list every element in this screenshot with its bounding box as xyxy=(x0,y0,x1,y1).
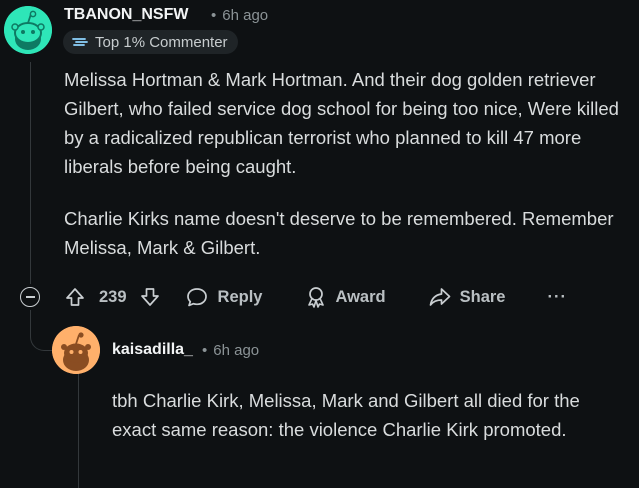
award-label: Award xyxy=(335,287,386,306)
share-button[interactable]: Share xyxy=(428,286,506,308)
more-options-button[interactable]: ··· xyxy=(547,288,566,307)
comment-bubble-icon xyxy=(186,288,207,307)
comment-timestamp[interactable]: 6h ago xyxy=(222,7,268,24)
vote-count: 239 xyxy=(99,287,127,306)
minus-icon xyxy=(25,296,35,298)
commenter-badge[interactable]: Top 1% Commenter xyxy=(63,30,238,54)
meta-separator: • xyxy=(211,7,217,24)
comment-paragraph: Melissa Hortman & Mark Hortman. And thei… xyxy=(64,69,619,177)
collapse-thread-button[interactable] xyxy=(20,287,40,307)
reply-button[interactable]: Reply xyxy=(185,286,263,308)
reply-label: Reply xyxy=(217,287,263,306)
upvote-icon xyxy=(66,288,84,306)
comment-username[interactable]: TBANON_NSFW xyxy=(64,6,188,24)
reply-timestamp[interactable]: 6h ago xyxy=(213,342,259,359)
thread-line-reply xyxy=(78,372,79,488)
award-button[interactable]: Award xyxy=(304,285,386,309)
comment-action-bar: 239 Reply Award Share ··· xyxy=(64,282,567,312)
snoo-avatar-icon xyxy=(4,6,52,54)
reply-username[interactable]: kaisadilla_ xyxy=(112,341,193,359)
meta-separator: • xyxy=(202,342,208,359)
upvote-button[interactable] xyxy=(64,286,86,308)
comment-meta: • 6h ago xyxy=(205,7,268,24)
snoo-avatar-icon xyxy=(52,326,100,374)
comment-paragraph: Charlie Kirks name doesn't deserve to be… xyxy=(64,208,614,258)
reply-meta: • 6h ago xyxy=(196,342,259,359)
badge-label: Top 1% Commenter xyxy=(95,33,228,51)
avatar[interactable] xyxy=(4,6,52,54)
comment-body: Melissa Hortman & Mark Hortman. And thei… xyxy=(64,65,634,262)
thread-line-main xyxy=(30,62,31,284)
reply-body: tbh Charlie Kirk, Melissa, Mark and Gilb… xyxy=(112,390,580,440)
share-label: Share xyxy=(459,287,506,306)
flying-comment-icon xyxy=(72,38,88,46)
award-icon xyxy=(308,287,325,308)
downvote-icon xyxy=(140,288,159,306)
downvote-button[interactable] xyxy=(139,286,161,308)
thread-connector xyxy=(30,310,55,351)
more-options-icon: ··· xyxy=(547,287,567,306)
reply-avatar[interactable] xyxy=(52,326,100,374)
share-icon xyxy=(429,288,450,306)
